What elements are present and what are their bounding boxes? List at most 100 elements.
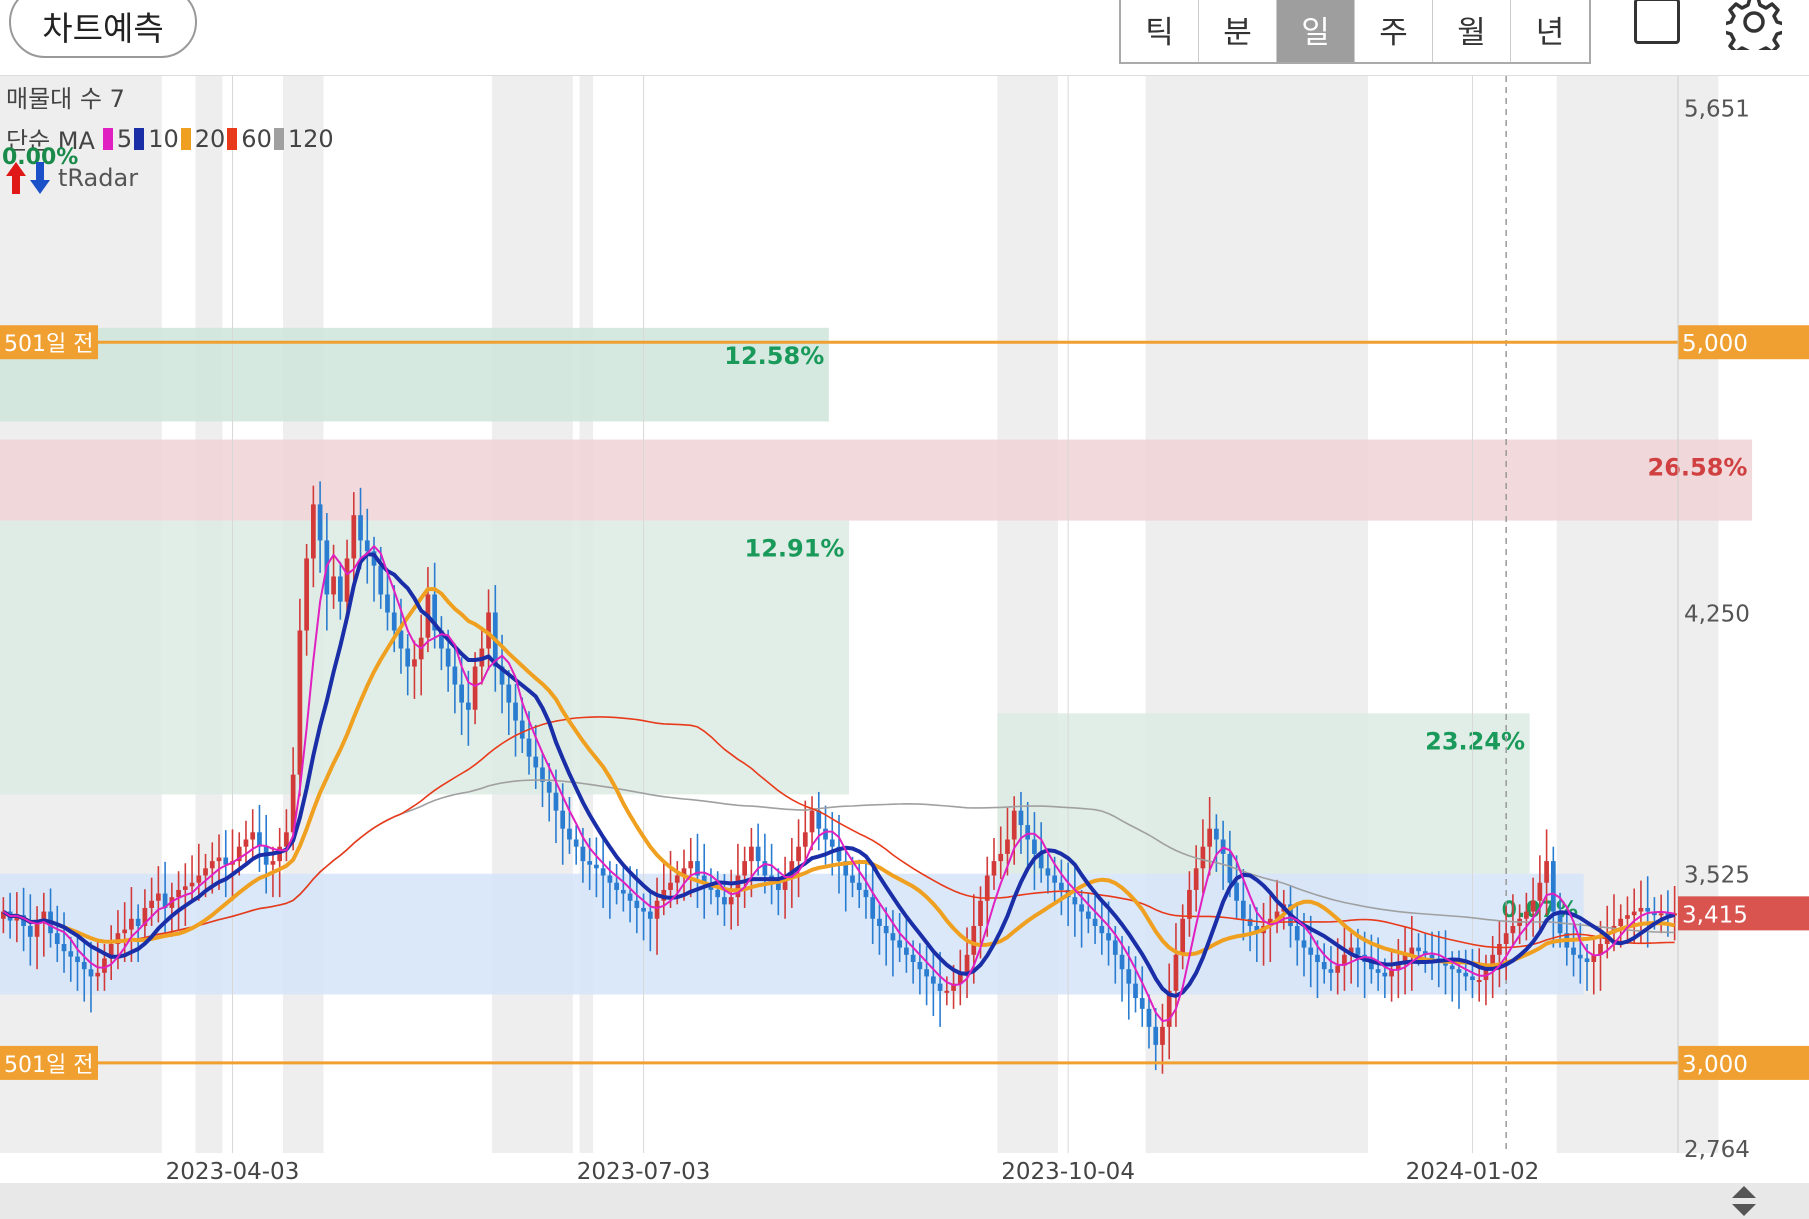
candle-body-132 bbox=[890, 933, 896, 941]
candle-body-88 bbox=[594, 864, 599, 869]
candle-body-138 bbox=[930, 976, 936, 984]
chart-predict-button[interactable]: 차트예측 bbox=[9, 0, 197, 58]
candle-body-20 bbox=[135, 918, 141, 926]
candle-body-227 bbox=[1530, 900, 1536, 912]
gear-icon[interactable] bbox=[1726, 0, 1782, 50]
candle-body-51 bbox=[344, 558, 350, 602]
candle-body-56 bbox=[378, 565, 384, 595]
candle-body-193 bbox=[1301, 940, 1307, 948]
candle-body-10 bbox=[68, 951, 74, 957]
candle-body-174 bbox=[1173, 954, 1179, 991]
candle-body-50 bbox=[337, 576, 343, 602]
candle-body-180 bbox=[1214, 828, 1219, 840]
candle-body-70 bbox=[472, 666, 478, 710]
tab-period-4[interactable]: 월 bbox=[1433, 0, 1511, 62]
candle-body-46 bbox=[311, 504, 316, 559]
candle-body-94 bbox=[634, 900, 640, 908]
candle-body-127 bbox=[856, 882, 862, 890]
y-tick-0: 5,651 bbox=[1684, 97, 1750, 123]
ma-swatch-5 bbox=[102, 127, 113, 150]
candle-body-53 bbox=[358, 515, 363, 541]
candle-body-29 bbox=[196, 875, 202, 883]
candle-body-219 bbox=[1476, 980, 1482, 983]
candle-body-150 bbox=[1011, 810, 1017, 840]
candle-body-40 bbox=[270, 861, 276, 865]
tab-period-3[interactable]: 주 bbox=[1355, 0, 1433, 62]
candle-body-155 bbox=[1045, 868, 1051, 876]
x-tick-0: 2023-04-03 bbox=[166, 1159, 300, 1183]
radar-label: tRadar bbox=[58, 164, 139, 192]
candle-body-152 bbox=[1025, 825, 1031, 840]
candle-body-145 bbox=[978, 900, 983, 926]
candle-body-151 bbox=[1018, 810, 1024, 826]
up-arrow-icon bbox=[6, 162, 26, 194]
price-chart[interactable]: 12.58%26.58%12.91%23.24%0.61%0.07%501일 전… bbox=[0, 76, 1809, 1183]
candle-body-153 bbox=[1032, 839, 1037, 854]
tab-period-5[interactable]: 년 bbox=[1511, 0, 1589, 62]
scroll-updown-icon[interactable] bbox=[1726, 1184, 1762, 1218]
ma-period-20: 20 bbox=[194, 124, 226, 153]
candle-body-157 bbox=[1059, 882, 1064, 890]
candle-body-89 bbox=[600, 868, 606, 876]
candle-body-168 bbox=[1133, 983, 1138, 999]
candle-body-9 bbox=[61, 943, 67, 952]
candle-body-217 bbox=[1463, 972, 1469, 977]
candle-body-30 bbox=[203, 868, 208, 876]
candle-body-192 bbox=[1294, 925, 1300, 941]
candle-body-164 bbox=[1106, 933, 1111, 941]
candle-body-235 bbox=[1584, 958, 1590, 963]
candle-body-18 bbox=[122, 929, 128, 934]
candle-body-120 bbox=[809, 810, 815, 833]
candle-body-84 bbox=[567, 828, 572, 840]
candle-body-67 bbox=[452, 666, 458, 685]
candle-body-176 bbox=[1187, 889, 1192, 919]
candle-body-92 bbox=[620, 889, 626, 894]
candle-body-216 bbox=[1456, 969, 1462, 973]
candle-body-234 bbox=[1577, 954, 1583, 959]
candle-body-61 bbox=[412, 659, 417, 667]
candle-body-130 bbox=[877, 918, 882, 926]
candle-body-215 bbox=[1449, 965, 1455, 970]
ma-swatch-120 bbox=[273, 127, 284, 150]
tab-period-2[interactable]: 일 bbox=[1277, 0, 1355, 62]
candle-body-37 bbox=[250, 832, 256, 840]
candle-body-96 bbox=[647, 911, 653, 919]
tab-period-1[interactable]: 분 bbox=[1199, 0, 1277, 62]
candle-body-83 bbox=[560, 810, 566, 829]
candle-body-28 bbox=[189, 882, 195, 887]
candle-body-137 bbox=[924, 969, 929, 977]
candle-body-100 bbox=[674, 875, 680, 883]
candle-body-57 bbox=[385, 594, 390, 613]
candle-body-159 bbox=[1072, 897, 1078, 905]
candle-body-197 bbox=[1328, 969, 1334, 973]
candle-body-68 bbox=[459, 684, 464, 703]
candle-body-226 bbox=[1524, 911, 1529, 919]
candle-body-161 bbox=[1085, 911, 1091, 919]
candle-body-45 bbox=[304, 558, 309, 631]
candle-body-167 bbox=[1126, 969, 1132, 984]
candle-body-196 bbox=[1321, 962, 1327, 970]
candle-body-179 bbox=[1207, 828, 1213, 847]
candle-body-99 bbox=[668, 882, 673, 890]
hline-label-0: 501일 전 bbox=[4, 332, 93, 357]
candle-body-122 bbox=[823, 828, 828, 840]
candle-body-54 bbox=[364, 540, 370, 552]
candle-body-90 bbox=[607, 875, 613, 883]
zone-label-3: 23.24% bbox=[1425, 727, 1525, 755]
candle-body-106 bbox=[715, 889, 721, 898]
candle-body-123 bbox=[829, 839, 835, 847]
x-tick-3: 2024-01-02 bbox=[1406, 1159, 1540, 1183]
candle-body-13 bbox=[88, 969, 94, 977]
fullscreen-icon[interactable] bbox=[1634, 0, 1680, 44]
current-price-tag: 3,415 bbox=[1682, 902, 1748, 928]
tab-period-0[interactable]: 틱 bbox=[1121, 0, 1199, 62]
candle-body-81 bbox=[546, 781, 552, 793]
candle-body-229 bbox=[1544, 861, 1549, 883]
candle-body-224 bbox=[1510, 925, 1516, 934]
ma-period-120: 120 bbox=[287, 124, 334, 153]
hline-label-1: 501일 전 bbox=[4, 1053, 93, 1078]
candle-body-85 bbox=[573, 839, 579, 847]
candle-body-172 bbox=[1160, 1026, 1165, 1045]
candle-body-49 bbox=[331, 576, 336, 595]
candle-body-129 bbox=[870, 897, 876, 919]
